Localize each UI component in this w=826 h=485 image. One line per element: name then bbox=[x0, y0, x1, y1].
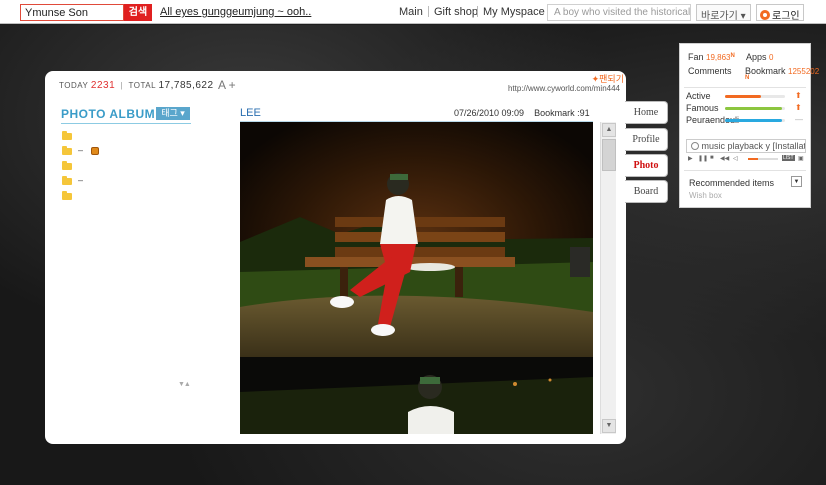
nav-gift-shop[interactable]: Gift shop bbox=[434, 6, 478, 18]
today-count: 2231 bbox=[90, 80, 116, 91]
fan-stat[interactable]: Fan 19,863N bbox=[688, 52, 735, 62]
music-icon bbox=[691, 142, 699, 150]
folder-label[interactable]: – bbox=[78, 145, 83, 155]
nav-my-myspace[interactable]: My Myspace bbox=[483, 6, 545, 18]
album-divider bbox=[61, 123, 191, 124]
apps-label: Apps bbox=[746, 52, 767, 62]
fan-label: Fan bbox=[688, 52, 704, 62]
panel-divider bbox=[684, 87, 806, 88]
login-label: 로그인 bbox=[772, 11, 800, 22]
fan-value: 19,863 bbox=[706, 53, 731, 62]
volume-icon[interactable]: ◁ bbox=[733, 155, 738, 162]
profile-stats-panel: Fan 19,863N Apps 0 Comments Bookmark 125… bbox=[679, 43, 819, 208]
tab-home[interactable]: Home bbox=[625, 101, 668, 124]
folder-icon[interactable] bbox=[62, 146, 72, 155]
photo-image bbox=[240, 122, 593, 434]
bookmark-value: 1255202 bbox=[788, 67, 820, 76]
panel-divider bbox=[684, 170, 806, 171]
chevron-down-icon[interactable]: ▼ bbox=[791, 176, 802, 187]
apps-stat[interactable]: Apps 0 bbox=[746, 52, 773, 62]
new-badge-icon bbox=[91, 147, 99, 155]
post-date: 07/26/2010 09:09 bbox=[454, 108, 525, 118]
folder-icon[interactable] bbox=[62, 161, 72, 170]
nav-main[interactable]: Main bbox=[399, 6, 423, 18]
new-badge: N bbox=[745, 75, 750, 81]
folder-label[interactable]: – bbox=[78, 175, 83, 185]
comments-link[interactable]: Comments bbox=[688, 66, 732, 76]
new-badge: N bbox=[730, 53, 735, 59]
post-author[interactable]: LEE bbox=[240, 107, 261, 119]
music-controls: ▶ ❚❚ ■ ◀◀ ◁ LIST ▣ bbox=[688, 155, 806, 163]
wishbox-link[interactable]: Wish box bbox=[689, 191, 722, 200]
album-title: PHOTO ALBUM bbox=[61, 107, 156, 121]
post-meta: 07/26/2010 09:09 Bookmark :91 bbox=[454, 108, 590, 118]
tab-board[interactable]: Board bbox=[625, 180, 668, 203]
post-photo bbox=[240, 122, 593, 434]
trend-flat-icon: — bbox=[795, 115, 803, 124]
volume-fill bbox=[748, 158, 758, 160]
scroll-down-icon[interactable]: ▼ bbox=[602, 419, 616, 433]
play-icon[interactable]: ▶ bbox=[688, 155, 693, 162]
music-player-input[interactable]: music playback y [Installation] bbox=[686, 139, 806, 153]
ad-banner[interactable]: A boy who visited the historical bbox=[547, 4, 691, 21]
login-button[interactable]: 로그인 bbox=[756, 4, 804, 22]
apps-value: 0 bbox=[769, 53, 774, 62]
bookmark-stat[interactable]: Bookmark 1255202 bbox=[745, 66, 819, 76]
trend-up-icon: ⬆ bbox=[795, 103, 802, 112]
login-icon bbox=[760, 10, 770, 20]
folder-icon[interactable] bbox=[62, 131, 72, 140]
stat-active-fill bbox=[725, 95, 761, 98]
homepage-url[interactable]: http://www.cyworld.com/min444 bbox=[508, 84, 620, 93]
post-scrollbar[interactable]: ▲ ▼ bbox=[600, 122, 616, 434]
folder-scroll-icon[interactable]: ▼▲ bbox=[178, 381, 191, 388]
popup-icon[interactable]: ▣ bbox=[798, 155, 804, 162]
stat-active-bar bbox=[725, 95, 785, 98]
stat-active-label: Active bbox=[686, 91, 711, 101]
scroll-up-icon[interactable]: ▲ bbox=[602, 123, 616, 137]
stat-friends-bar bbox=[725, 119, 785, 122]
today-label: TODAY bbox=[59, 81, 89, 90]
stat-famous-label: Famous bbox=[686, 103, 719, 113]
folder-icon[interactable] bbox=[62, 176, 72, 185]
music-label: music playback y [Installation] bbox=[701, 141, 806, 151]
nav-divider bbox=[428, 6, 429, 17]
search-button[interactable]: 검색 bbox=[124, 4, 152, 21]
stop-icon[interactable]: ■ bbox=[710, 155, 714, 161]
folder-icon[interactable] bbox=[62, 191, 72, 200]
stat-famous-bar bbox=[725, 107, 785, 110]
tab-photo[interactable]: Photo bbox=[625, 154, 668, 177]
scroll-thumb[interactable] bbox=[602, 139, 616, 171]
recommended-items-label: Recommended items bbox=[689, 178, 775, 188]
stat-friends-fill bbox=[725, 119, 782, 122]
search-input[interactable] bbox=[20, 4, 124, 21]
total-label: TOTAL bbox=[128, 81, 156, 90]
tab-profile[interactable]: Profile bbox=[625, 128, 668, 151]
post-bookmark: Bookmark :91 bbox=[534, 108, 590, 118]
bookmark-label: Bookmark bbox=[745, 66, 786, 76]
pause-icon[interactable]: ❚❚ bbox=[698, 155, 708, 162]
font-size-control[interactable]: A + bbox=[218, 78, 236, 92]
nav-divider bbox=[477, 6, 478, 17]
shortcut-dropdown[interactable]: 바로가기 ▾ bbox=[696, 4, 751, 22]
volume-slider[interactable] bbox=[748, 158, 778, 160]
minihompy-frame: TODAY 2231 | TOTAL 17,785,622 A + ✦팬되기 h… bbox=[45, 71, 626, 444]
top-bar: 검색 All eyes gunggeumjung ~ ooh.. Main Gi… bbox=[0, 0, 826, 24]
stat-famous-fill bbox=[725, 107, 782, 110]
prev-icon[interactable]: ◀◀ bbox=[720, 155, 729, 162]
playlist-button[interactable]: LIST bbox=[782, 155, 795, 161]
tag-dropdown[interactable]: 태그 ▾ bbox=[156, 107, 190, 120]
total-count: 17,785,622 bbox=[158, 80, 214, 91]
marquee-link[interactable]: All eyes gunggeumjung ~ ooh.. bbox=[160, 6, 311, 18]
visitor-counter: TODAY 2231 | TOTAL 17,785,622 bbox=[59, 80, 214, 91]
trend-up-icon: ⬆ bbox=[795, 91, 802, 100]
